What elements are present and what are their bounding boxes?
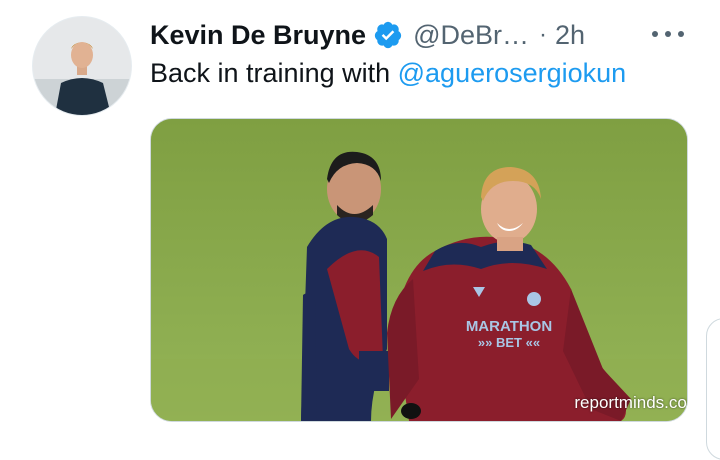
timestamp[interactable]: 2h bbox=[555, 20, 585, 51]
mention-link[interactable]: @aguerosergiokun bbox=[398, 58, 627, 88]
tweet-text-body: Back in training with bbox=[150, 58, 398, 88]
adjacent-card-edge bbox=[706, 318, 720, 460]
training-photo: MARATHON »» BET «« bbox=[151, 119, 687, 421]
shirt-sponsor-line2: »» BET «« bbox=[478, 335, 540, 350]
verified-badge-icon bbox=[373, 20, 403, 50]
author-name[interactable]: Kevin De Bruyne bbox=[150, 20, 366, 51]
tweet-text: Back in training with @aguerosergiokun bbox=[150, 58, 626, 89]
tweet-header: Kevin De Bruyne @DeBr… · 2h bbox=[150, 14, 585, 56]
author-handle[interactable]: @DeBr… bbox=[413, 20, 529, 51]
author-avatar[interactable] bbox=[32, 16, 132, 116]
avatar-photo bbox=[33, 17, 131, 115]
shirt-sponsor-line1: MARATHON bbox=[466, 318, 552, 335]
photo-watermark: reportminds.com bbox=[574, 393, 687, 412]
club-crest-icon bbox=[527, 292, 541, 306]
tweet-media-photo[interactable]: MARATHON »» BET «« reportminds.com bbox=[150, 118, 688, 422]
more-options-icon[interactable] bbox=[652, 20, 684, 48]
separator-dot: · bbox=[539, 21, 548, 48]
